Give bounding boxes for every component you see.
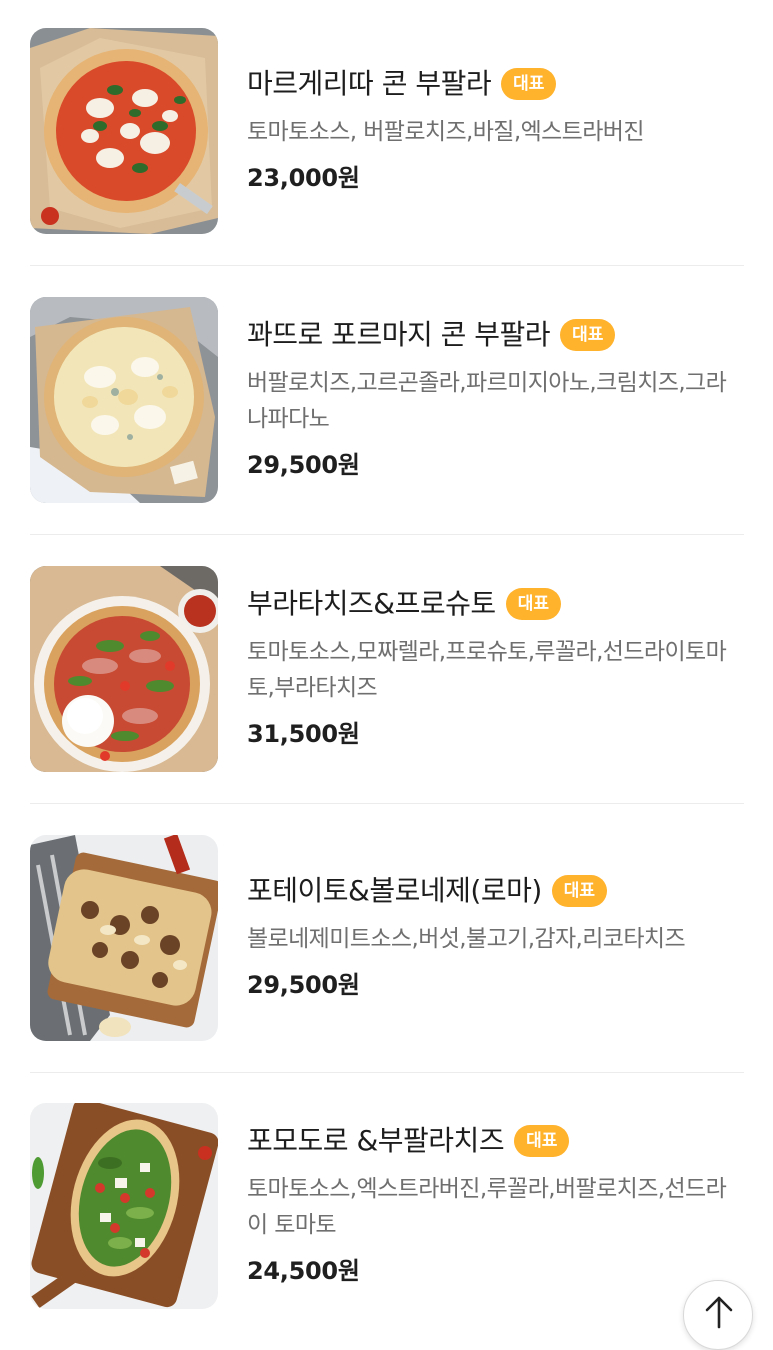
menu-item-image-burrata-prosciutto[interactable]: [30, 566, 218, 772]
signature-badge: 대표: [551, 875, 608, 907]
menu-item[interactable]: 포모도로 &부팔라치즈 대표 토마토소스,엑스트라버진,루꼴라,버팔로치즈,선드…: [30, 1103, 744, 1311]
title-row: 포테이토&볼로네제(로마) 대표: [247, 873, 608, 909]
menu-item-description: 버팔로치즈,고르곤졸라,파르미지아노,크림치즈,그라나파다노: [247, 370, 727, 432]
divider: [30, 534, 744, 535]
menu-item-name: 포테이토&볼로네제(로마): [247, 874, 542, 907]
menu-item-image-margherita[interactable]: [30, 28, 218, 234]
menu-item[interactable]: 부라타치즈&프로슈토 대표 토마토소스,모짜렐라,프로슈토,루꼴라,선드라이토마…: [30, 566, 744, 774]
menu-item-description: 볼로네제미트소스,버섯,불고기,감자,리코타치즈: [247, 926, 686, 952]
menu-item-name: 부라타치즈&프로슈토: [247, 587, 496, 620]
divider: [30, 803, 744, 804]
menu-item-name: 포모도로 &부팔라치즈: [247, 1124, 505, 1157]
menu-item-description: 토마토소스,엑스트라버진,루꼴라,버팔로치즈,선드라이 토마토: [247, 1176, 727, 1238]
signature-badge: 대표: [501, 68, 557, 100]
menu-item-name: 마르게리따 콘 부팔라: [247, 67, 492, 100]
menu-item-price: 23,000원: [247, 164, 360, 192]
menu-item[interactable]: 꽈뜨로 포르마지 콘 부팔라 대표 버팔로치즈,고르곤졸라,파르미지아노,크림치…: [30, 297, 744, 505]
divider: [30, 1072, 744, 1073]
scroll-to-top-button[interactable]: [683, 1280, 753, 1350]
menu-item-description: 토마토소스, 버팔로치즈,바질,엑스트라버진: [247, 119, 645, 145]
title-row: 꽈뜨로 포르마지 콘 부팔라 대표: [247, 317, 616, 353]
menu-item[interactable]: 포테이토&볼로네제(로마) 대표 볼로네제미트소스,버섯,불고기,감자,리코타치…: [30, 835, 744, 1043]
signature-badge: 대표: [514, 1125, 570, 1157]
menu-item[interactable]: 마르게리따 콘 부팔라 대표 토마토소스, 버팔로치즈,바질,엑스트라버진 23…: [30, 28, 744, 236]
menu-item-name: 꽈뜨로 포르마지 콘 부팔라: [247, 318, 551, 351]
menu-item-image-pomodoro-bufala[interactable]: [30, 1103, 218, 1309]
title-row: 포모도로 &부팔라치즈 대표: [247, 1123, 570, 1159]
menu-item-image-potato-bolognese[interactable]: [30, 835, 218, 1041]
title-row: 부라타치즈&프로슈토 대표: [247, 586, 561, 622]
arrow-up-icon: [705, 1296, 733, 1329]
menu-item-description: 토마토소스,모짜렐라,프로슈토,루꼴라,선드라이토마토,부라타치즈: [247, 639, 727, 701]
menu-item-image-quattro-formaggi[interactable]: [30, 297, 218, 503]
menu-item-price: 24,500원: [247, 1257, 360, 1285]
menu-item-price: 29,500원: [247, 971, 360, 999]
divider: [30, 265, 744, 266]
signature-badge: 대표: [505, 588, 561, 620]
title-row: 마르게리따 콘 부팔라 대표: [247, 66, 557, 102]
signature-badge: 대표: [560, 319, 616, 351]
menu-item-price: 29,500원: [247, 451, 360, 479]
menu-item-price: 31,500원: [247, 720, 360, 748]
